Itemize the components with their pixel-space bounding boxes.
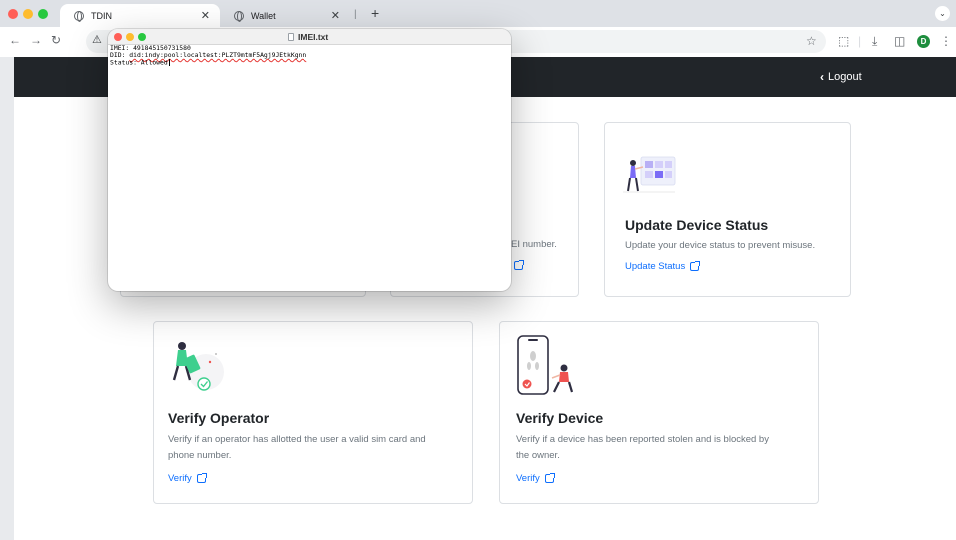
side-panel-icon[interactable]: ◫ (894, 34, 905, 48)
did-line: DID: did:indy:pool:localtest:PLZT9mtmF5A… (110, 52, 509, 59)
card-title: Verify Device (516, 410, 604, 426)
new-tab-icon[interactable]: + (371, 5, 379, 21)
card-description-line2: phone number. (168, 450, 232, 461)
card-description: Update your device status to prevent mis… (625, 240, 816, 251)
kebab-menu-icon[interactable]: ⋮ (940, 34, 952, 48)
maximize-window-icon[interactable] (138, 33, 146, 41)
tab-separator: | (354, 9, 357, 20)
logout-label: Logout (828, 71, 862, 83)
text-caret (168, 59, 170, 66)
globe-icon (74, 10, 84, 22)
verify-operator-link[interactable]: Verify (168, 473, 207, 484)
external-link-icon (514, 260, 524, 270)
chevron-left-icon: ‹ (820, 70, 824, 84)
extensions-icon[interactable]: ⬚ (838, 34, 849, 48)
card-title: Verify Operator (168, 410, 270, 426)
close-tab-icon[interactable]: ✕ (331, 9, 340, 22)
tab-tdin[interactable]: TDIN ✕ (60, 4, 220, 27)
card-verify-device: Verify Device Verify if a device has bee… (499, 321, 819, 504)
close-window-icon[interactable] (114, 33, 122, 41)
document-icon (288, 33, 294, 41)
operator-illustration-icon (172, 342, 224, 391)
update-status-link[interactable]: Update Status (625, 261, 701, 272)
status-line: Status: Allowed (110, 59, 509, 67)
external-link-icon (544, 473, 555, 483)
status-text: Status: Allowed (110, 58, 168, 67)
toolbar-divider: | (858, 34, 862, 48)
tab-search-icon[interactable]: ⌄ (935, 6, 950, 21)
back-icon[interactable]: ← (9, 33, 21, 47)
device-illustration-icon (517, 335, 574, 395)
warning-icon[interactable]: ⚠ (92, 33, 102, 46)
card-verify-operator: Verify Operator Verify if an operator ha… (153, 321, 473, 504)
textedit-content[interactable]: IMEI: 491845150731580 DID: did:indy:pool… (110, 45, 509, 67)
close-tab-icon[interactable]: ✕ (201, 9, 210, 22)
bookmark-star-icon[interactable]: ☆ (806, 34, 817, 48)
card-link[interactable] (514, 260, 524, 270)
profile-avatar[interactable]: D (917, 35, 930, 48)
close-window-icon[interactable] (8, 9, 18, 19)
card-update-device-status: Update Device Status Update your device … (604, 122, 851, 297)
card-description: EI number. (511, 239, 557, 250)
link-label: Verify (516, 473, 540, 484)
maximize-window-icon[interactable] (38, 9, 48, 19)
browser-tabstrip: TDIN ✕ Wallet ✕ | + ⌄ (0, 0, 956, 27)
logout-button[interactable]: ‹ Logout (820, 70, 862, 84)
verify-device-link[interactable]: Verify (516, 473, 555, 484)
link-label: Verify (168, 473, 192, 484)
tab-wallet[interactable]: Wallet ✕ (220, 4, 350, 27)
download-icon[interactable]: ⤓ (872, 34, 877, 49)
tab-label: Wallet (251, 10, 276, 21)
link-label: Update Status (625, 261, 686, 272)
tab-label: TDIN (91, 10, 112, 21)
textedit-window[interactable]: IMEI.txt IMEI: 491845150731580 DID: did:… (108, 29, 511, 291)
external-link-icon (196, 473, 207, 483)
document-name: IMEI.txt (298, 32, 329, 42)
reload-icon[interactable]: ↻ (51, 33, 61, 47)
minimize-window-icon[interactable] (126, 33, 134, 41)
globe-icon (234, 10, 244, 22)
textedit-title: IMEI.txt (288, 32, 328, 42)
forward-icon[interactable]: → (30, 33, 42, 47)
device-status-illustration-icon (623, 156, 676, 193)
minimize-window-icon[interactable] (23, 9, 33, 19)
card-title: Update Device Status (625, 217, 769, 233)
textedit-titlebar[interactable]: IMEI.txt (108, 29, 511, 45)
card-description-line2: the owner. (516, 450, 560, 461)
card-description-line1: Verify if an operator has allotted the u… (168, 434, 426, 445)
external-link-icon (690, 261, 701, 271)
card-description-line1: Verify if a device has been reported sto… (516, 434, 769, 445)
